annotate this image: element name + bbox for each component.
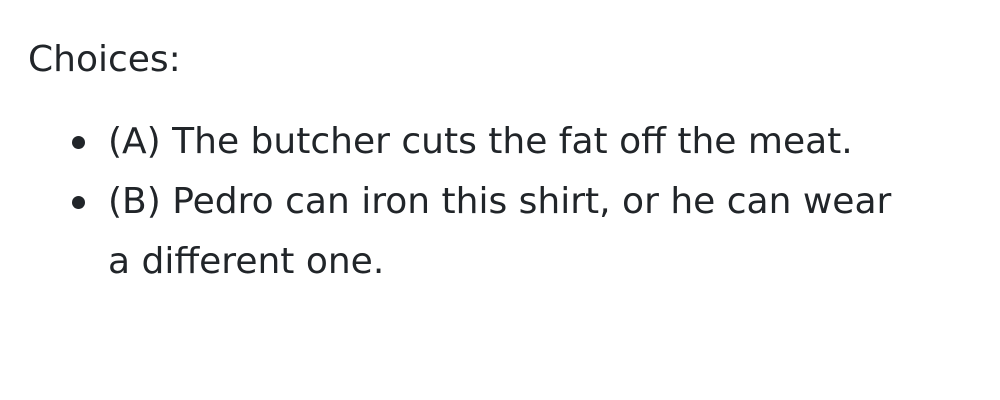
choice-a: (A) The butcher cuts the fat off the mea… [72, 112, 898, 172]
bullet-icon [72, 196, 85, 209]
choices-heading: Choices: [28, 39, 181, 80]
bullet-icon [72, 136, 85, 149]
choices-list: (A) The butcher cuts the fat off the mea… [28, 112, 928, 292]
choice-a-text: (A) The butcher cuts the fat off the mea… [108, 121, 853, 162]
choices-section: Choices: (A) The butcher cuts the fat of… [28, 36, 928, 292]
choice-b: (B) Pedro can iron this shirt, or he can… [72, 172, 898, 292]
choice-b-text: (B) Pedro can iron this shirt, or he can… [108, 181, 892, 282]
